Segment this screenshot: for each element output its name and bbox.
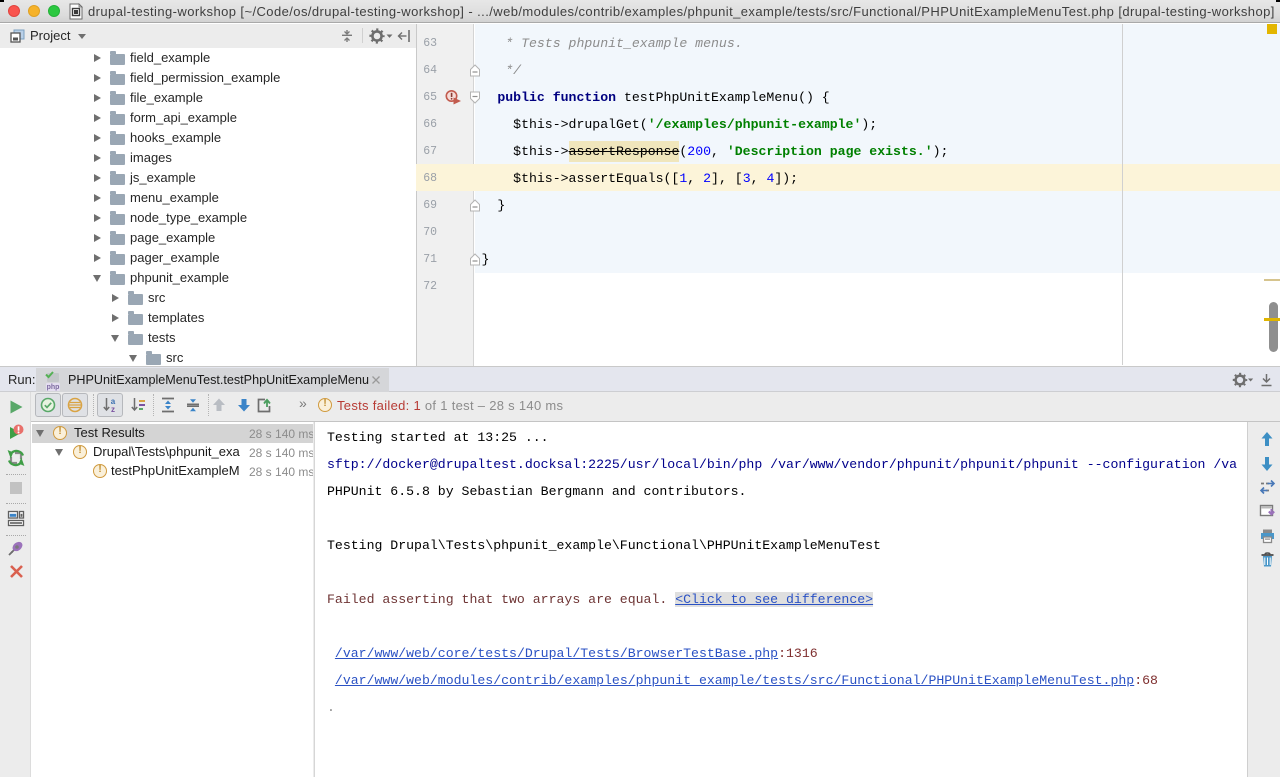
svg-text:php: php — [47, 384, 60, 391]
svg-text:z: z — [111, 405, 115, 413]
